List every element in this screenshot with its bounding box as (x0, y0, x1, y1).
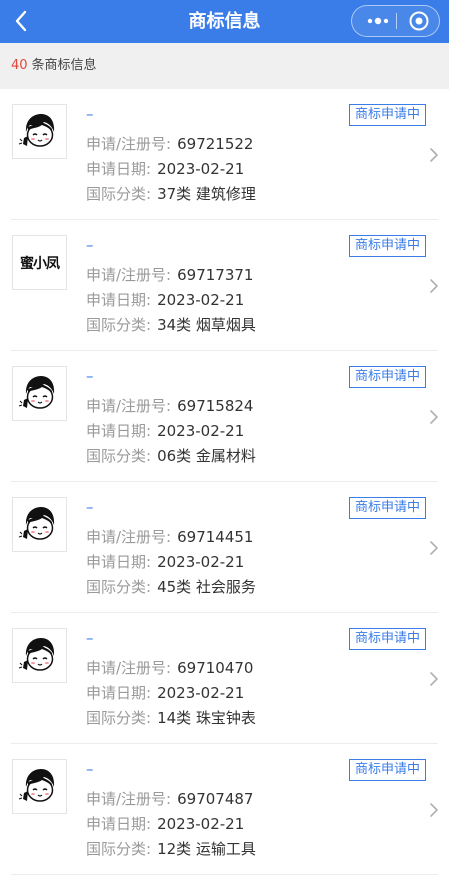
trademark-logo (12, 497, 67, 552)
status-badge: 商标申请中 (349, 628, 427, 650)
category-row: 国际分类: 45类 社会服务 (86, 576, 256, 597)
trademark-name: – (86, 236, 94, 254)
category-row: 国际分类: 14类 珠宝钟表 (86, 707, 256, 728)
chevron-right-icon (428, 671, 440, 687)
date-row: 申请日期: 2023-02-21 (86, 551, 244, 572)
date-label: 申请日期: (86, 684, 152, 702)
status-badge: 商标申请中 (349, 497, 427, 519)
status-badge: 商标申请中 (349, 366, 427, 388)
date-row: 申请日期: 2023-02-21 (86, 813, 244, 834)
chevron-right-icon (428, 278, 440, 294)
trademark-logo-text: 蜜小凤 (20, 255, 60, 272)
reg-no-row: 申请/注册号: 69715824 (86, 395, 253, 416)
reg-no-label: 申请/注册号: (86, 528, 172, 546)
category-label: 国际分类: (86, 578, 152, 596)
cartoon-girl-icon (18, 370, 62, 418)
trademark-logo (12, 759, 67, 814)
reg-no-row: 申请/注册号: 69717371 (86, 264, 253, 285)
date-value: 2023-02-21 (157, 422, 245, 440)
chevron-right-icon (428, 540, 440, 556)
date-label: 申请日期: (86, 553, 152, 571)
trademark-list-item[interactable]: – 商标申请中 申请/注册号: 69721522 申请日期: 2023-02-21 … (0, 89, 449, 220)
capsule-divider (396, 13, 397, 29)
status-badge: 商标申请中 (349, 759, 427, 781)
reg-no-label: 申请/注册号: (86, 659, 172, 677)
result-count-text: 条商标信息 (31, 58, 97, 73)
date-value: 2023-02-21 (157, 291, 245, 309)
category-label: 国际分类: (86, 447, 152, 465)
trademark-list-item[interactable]: – 商标申请中 申请/注册号: 69707487 申请日期: 2023-02-21 … (0, 744, 449, 875)
trademark-name: – (86, 629, 94, 647)
category-value: 34类 烟草烟具 (157, 316, 256, 334)
trademark-logo (12, 628, 67, 683)
reg-no-label: 申请/注册号: (86, 790, 172, 808)
date-row: 申请日期: 2023-02-21 (86, 420, 244, 441)
chevron-right-icon (428, 147, 440, 163)
date-value: 2023-02-21 (157, 553, 245, 571)
chevron-right-icon (428, 802, 440, 818)
trademark-logo (12, 366, 67, 421)
trademark-list-item[interactable]: – 商标申请中 申请/注册号: 69710470 申请日期: 2023-02-21 … (0, 613, 449, 744)
category-value: 14类 珠宝钟表 (157, 709, 256, 727)
date-row: 申请日期: 2023-02-21 (86, 289, 244, 310)
trademark-name: – (86, 760, 94, 778)
trademark-logo: 蜜小凤 (12, 235, 67, 290)
cartoon-girl-icon (18, 501, 62, 549)
status-badge: 商标申请中 (349, 104, 427, 126)
trademark-name: – (86, 498, 94, 516)
date-row: 申请日期: 2023-02-21 (86, 158, 244, 179)
category-label: 国际分类: (86, 840, 152, 858)
date-value: 2023-02-21 (157, 160, 245, 178)
date-value: 2023-02-21 (157, 684, 245, 702)
category-label: 国际分类: (86, 316, 152, 334)
cartoon-girl-icon (18, 108, 62, 156)
date-label: 申请日期: (86, 422, 152, 440)
category-row: 国际分类: 37类 建筑修理 (86, 183, 256, 204)
trademark-name: – (86, 105, 94, 123)
category-value: 06类 金属材料 (157, 447, 256, 465)
date-label: 申请日期: (86, 291, 152, 309)
target-circle-icon[interactable] (404, 6, 434, 36)
reg-no-label: 申请/注册号: (86, 266, 172, 284)
category-value: 12类 运输工具 (157, 840, 256, 858)
reg-no-value: 69707487 (177, 790, 254, 808)
date-label: 申请日期: (86, 160, 152, 178)
trademark-list-item[interactable]: 蜜小凤 – 商标申请中 申请/注册号: 69717371 申请日期: 2023-02… (0, 220, 449, 351)
category-value: 37类 建筑修理 (157, 185, 256, 203)
status-badge: 商标申请中 (349, 235, 427, 257)
cartoon-girl-icon (18, 763, 62, 811)
trademark-logo (12, 104, 67, 159)
category-row: 国际分类: 06类 金属材料 (86, 445, 256, 466)
category-value: 45类 社会服务 (157, 578, 256, 596)
cartoon-girl-icon (18, 632, 62, 680)
result-count-bar: 40 条商标信息 (0, 43, 449, 89)
result-count: 40 (11, 58, 28, 73)
reg-no-label: 申请/注册号: (86, 397, 172, 415)
mini-program-capsule (351, 5, 440, 37)
reg-no-label: 申请/注册号: (86, 135, 172, 153)
category-label: 国际分类: (86, 185, 152, 203)
reg-no-row: 申请/注册号: 69714451 (86, 526, 253, 547)
reg-no-value: 69721522 (177, 135, 254, 153)
category-row: 国际分类: 12类 运输工具 (86, 838, 256, 859)
date-value: 2023-02-21 (157, 815, 245, 833)
date-row: 申请日期: 2023-02-21 (86, 682, 244, 703)
reg-no-value: 69710470 (177, 659, 254, 677)
reg-no-row: 申请/注册号: 69721522 (86, 133, 253, 154)
top-nav-bar: 商标信息 (0, 0, 449, 43)
trademark-name: – (86, 367, 94, 385)
trademark-list-item[interactable]: – 商标申请中 申请/注册号: 69715824 申请日期: 2023-02-21 … (0, 351, 449, 482)
category-label: 国际分类: (86, 709, 152, 727)
trademark-list: – 商标申请中 申请/注册号: 69721522 申请日期: 2023-02-21 … (0, 89, 449, 875)
category-row: 国际分类: 34类 烟草烟具 (86, 314, 256, 335)
reg-no-value: 69715824 (177, 397, 254, 415)
reg-no-value: 69717371 (177, 266, 254, 284)
trademark-list-item[interactable]: – 商标申请中 申请/注册号: 69714451 申请日期: 2023-02-21 … (0, 482, 449, 613)
reg-no-row: 申请/注册号: 69707487 (86, 788, 253, 809)
chevron-right-icon (428, 409, 440, 425)
reg-no-value: 69714451 (177, 528, 254, 546)
date-label: 申请日期: (86, 815, 152, 833)
more-dots-icon[interactable] (360, 6, 396, 36)
reg-no-row: 申请/注册号: 69710470 (86, 657, 253, 678)
